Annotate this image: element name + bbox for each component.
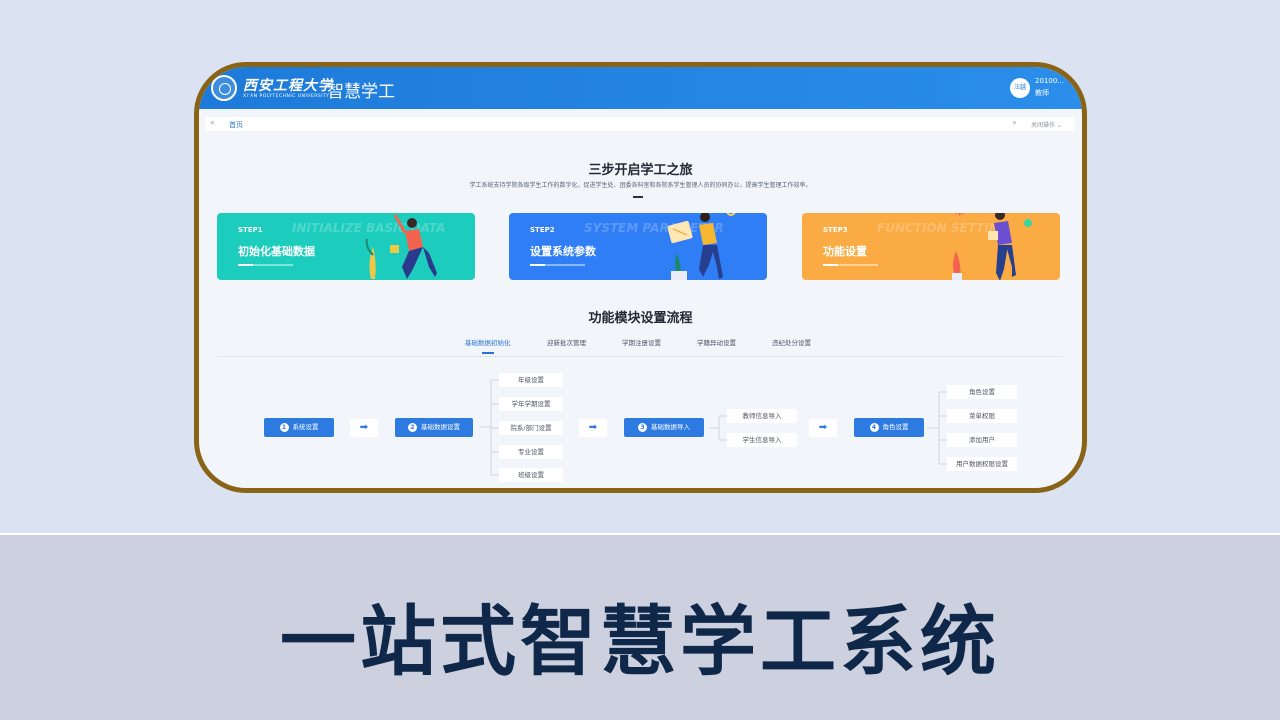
flow-child-grade-settings[interactable]: 年级设置: [499, 373, 563, 387]
flow-child-department-settings[interactable]: 院系/部门设置: [499, 421, 563, 435]
flow-node-number: 2: [408, 423, 417, 432]
flow-child-menu-permissions[interactable]: 菜单权限: [947, 409, 1017, 423]
screenshot-frame: 西安工程大学 XI'AN POLYTECHNIC UNIVERSITY 智慧学工…: [194, 62, 1087, 493]
flow-node-number: 3: [638, 423, 647, 432]
right-arrow-icon: ➡: [350, 419, 378, 437]
flow-node-basic-data-settings[interactable]: 2 基础数据设置: [395, 418, 473, 437]
flow-child-teacher-import[interactable]: 教师信息导入: [727, 409, 797, 423]
flow-child-class-settings[interactable]: 班级设置: [499, 468, 563, 482]
flow-node-system-settings[interactable]: 1 系统设置: [264, 418, 334, 437]
flow-node-number: 4: [869, 423, 879, 432]
flow-child-user-data-permissions[interactable]: 用户数据权限设置: [947, 457, 1017, 471]
right-arrow-icon: ➡: [579, 419, 607, 437]
flow-child-add-user[interactable]: 添加用户: [947, 433, 1017, 447]
flow-node-label: 系统设置: [292, 423, 319, 431]
flow-node-basic-data-import[interactable]: 3 基础数据导入: [624, 418, 704, 437]
flow-node-label: 基础数据导入: [651, 423, 690, 431]
slogan-title: 一站式智慧学工系统: [280, 597, 1000, 686]
flow-child-student-import[interactable]: 学生信息导入: [727, 433, 797, 447]
flow-node-role-settings[interactable]: 4 角色设置: [854, 418, 924, 437]
flow-node-number: 1: [279, 423, 289, 432]
flow-node-label: 角色设置: [882, 423, 909, 431]
flow-child-academic-year-settings[interactable]: 学年学期设置: [499, 397, 563, 411]
flow-node-label: 基础数据设置: [421, 423, 460, 431]
flow-child-role-setup[interactable]: 角色设置: [947, 385, 1017, 399]
right-arrow-icon: ➡: [809, 419, 837, 437]
flow-child-major-settings[interactable]: 专业设置: [499, 445, 563, 459]
